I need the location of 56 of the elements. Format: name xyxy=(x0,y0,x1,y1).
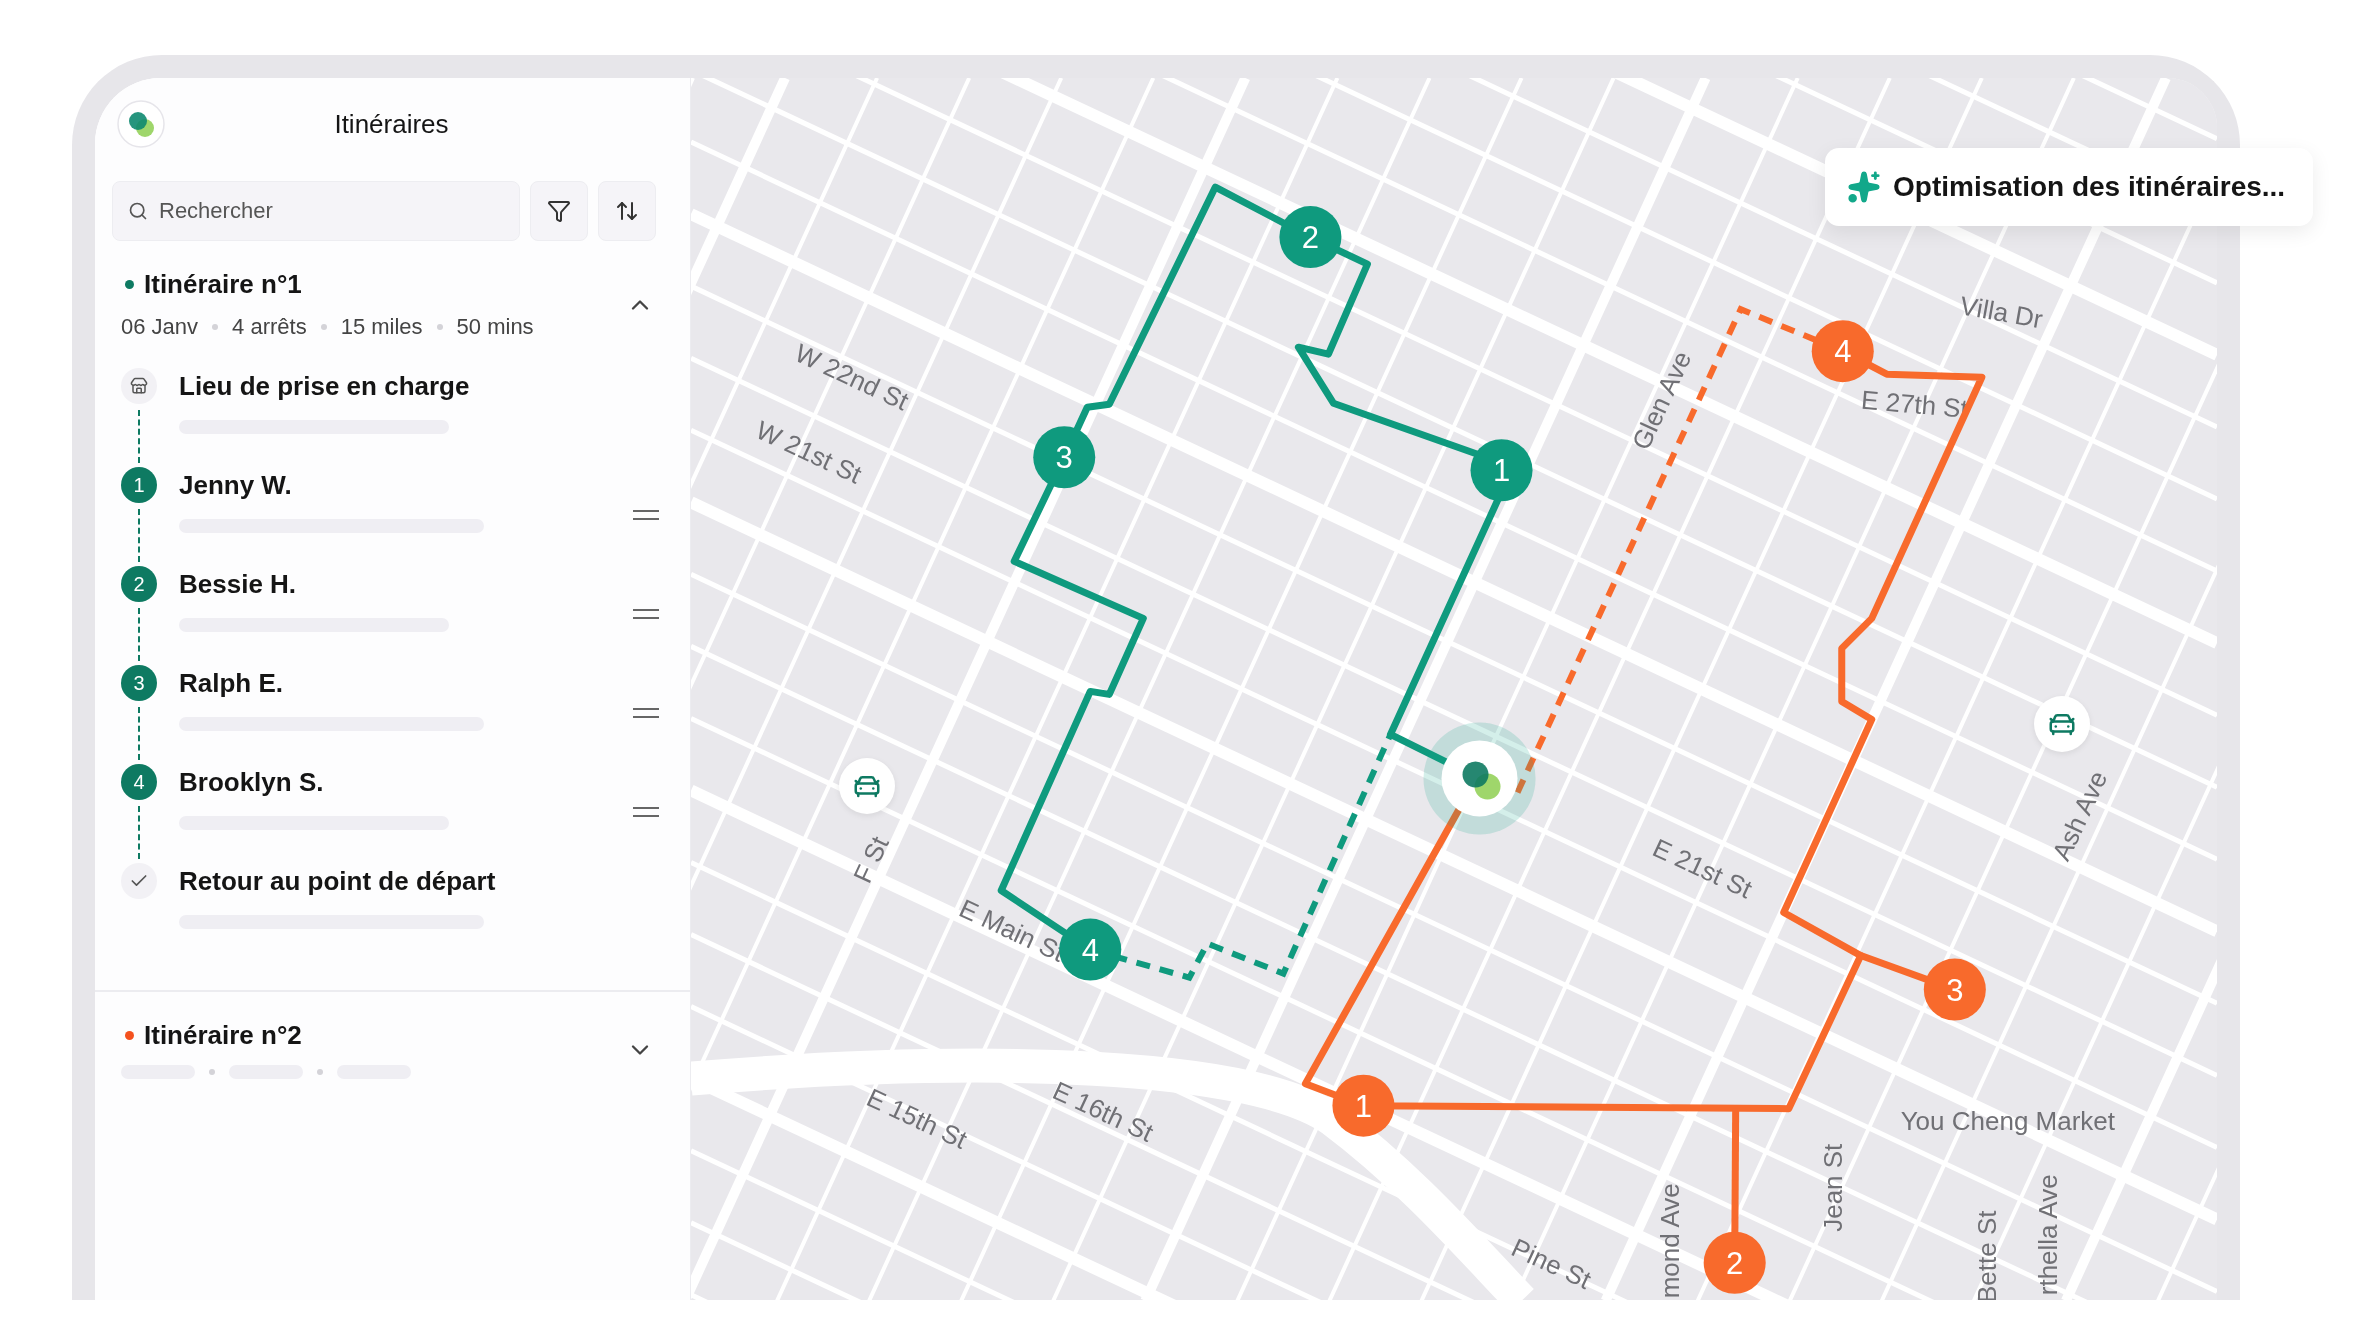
sparkle-icon xyxy=(1847,170,1881,204)
stop-marker[interactable]: 3 xyxy=(1923,958,1986,1021)
route-name: Itinéraire n°2 xyxy=(144,1020,302,1051)
drag-handle-icon[interactable] xyxy=(632,608,660,620)
stop-number-icon: 1 xyxy=(121,467,157,503)
drag-handle-icon[interactable] xyxy=(632,806,660,818)
stop-name: Lieu de prise en charge xyxy=(179,370,471,402)
street-label: You Cheng Market xyxy=(1900,1105,2116,1136)
panel-title: Itinéraires xyxy=(333,108,450,140)
stop-marker[interactable]: 2 xyxy=(1703,1231,1766,1294)
stop-number-icon: 4 xyxy=(121,764,157,800)
street-label: Pine St xyxy=(1507,1232,1596,1295)
route-meta-text: 06 Janv xyxy=(121,314,199,340)
sort-button[interactable] xyxy=(598,181,656,241)
filter-button[interactable] xyxy=(530,181,588,241)
stop-marker[interactable]: 2 xyxy=(1279,206,1342,269)
drag-handle-icon[interactable] xyxy=(632,707,660,719)
stop-marker[interactable]: 1 xyxy=(1470,439,1533,502)
stop-number-icon: 2 xyxy=(121,566,157,602)
search-icon xyxy=(128,201,148,221)
route-meta-text: 4 arrêts xyxy=(232,314,307,340)
banner-text: Optimisation des itinéraires... xyxy=(1893,171,2286,203)
route-name: Itinéraire n°1 xyxy=(144,269,302,300)
street-label: Villa Dr xyxy=(1957,290,2046,335)
route-meta-text: 50 mins xyxy=(456,314,534,340)
stop-marker[interactable]: 1 xyxy=(1332,1074,1395,1137)
street-label: Ash Ave xyxy=(2046,766,2114,866)
street-label: E 16th St xyxy=(1048,1075,1158,1148)
route-meta-text: 15 miles xyxy=(340,314,423,340)
street-label: W 21st St xyxy=(751,414,867,490)
street-label: mond Ave xyxy=(1654,1183,1685,1299)
street-label: Glen Ave xyxy=(1625,346,1698,455)
street-label: E 21st St xyxy=(1648,832,1757,905)
check-icon xyxy=(121,863,157,899)
store-icon xyxy=(121,368,157,404)
stop-name: Brooklyn S. xyxy=(179,766,325,798)
street-label: F St xyxy=(847,831,895,888)
current-location-icon xyxy=(1423,722,1536,835)
filter-icon xyxy=(547,199,571,223)
street-label: E 15th St xyxy=(862,1082,972,1155)
stop-marker[interactable]: 4 xyxy=(1059,918,1122,981)
stop-name: Bessie H. xyxy=(179,568,298,600)
stop-marker[interactable]: 3 xyxy=(1033,426,1096,489)
stop-name: Ralph E. xyxy=(179,667,284,699)
street-label: Bette St xyxy=(1971,1210,2002,1300)
street-label: rthella Ave xyxy=(2032,1174,2063,1296)
street-label: Jean St xyxy=(1817,1143,1848,1232)
stop-number-icon: 3 xyxy=(121,665,157,701)
stop-name: Retour au point de départ xyxy=(179,865,497,897)
street-label: W 22nd St xyxy=(790,337,914,417)
logo-icon xyxy=(117,100,165,148)
drag-handle-icon[interactable] xyxy=(632,509,660,521)
search-field[interactable]: Rechercher xyxy=(112,181,520,241)
sort-icon xyxy=(615,199,639,223)
stop-name: Jenny W. xyxy=(179,469,293,501)
stop-marker[interactable]: 4 xyxy=(1811,320,1874,383)
